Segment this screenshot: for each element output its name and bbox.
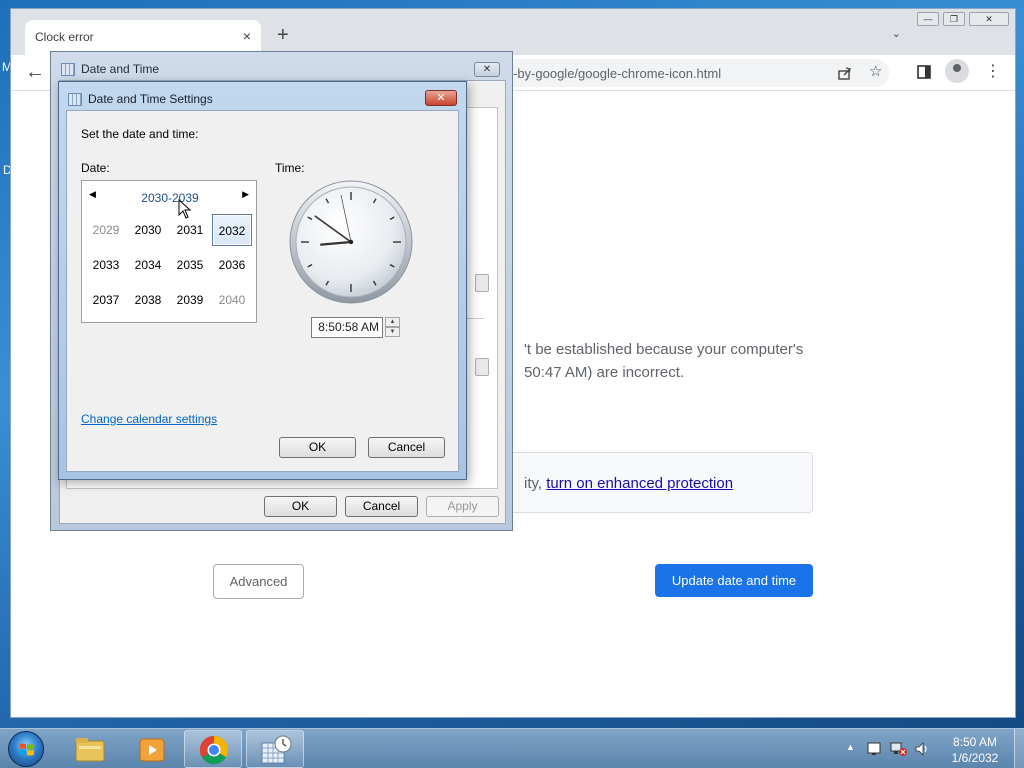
change-time-zone-button-edge[interactable] <box>475 358 489 376</box>
dialog-title: Date and Time Settings <box>88 92 213 106</box>
date-label: Date: <box>81 161 110 175</box>
tab-clock-error[interactable]: Clock error × <box>25 20 261 55</box>
date-and-time-settings-dialog: Date and Time Settings ✕ Set the date an… <box>58 81 467 480</box>
analog-clock <box>289 180 413 304</box>
restore-button[interactable]: ❐ <box>943 12 965 26</box>
calendar-clock-icon <box>68 93 82 106</box>
calendar-year-cell[interactable]: 2038 <box>128 284 168 316</box>
calendar-year-cell[interactable]: 2036 <box>212 249 252 281</box>
menu-kebab-icon[interactable]: ⋮ <box>985 61 1001 81</box>
taskbar-media-player[interactable] <box>122 730 180 768</box>
enhanced-protection-box: ity, turn on enhanced protection <box>501 452 813 513</box>
media-player-icon <box>139 738 165 762</box>
spin-up-icon[interactable]: ▲ <box>385 317 400 327</box>
show-desktop-button[interactable] <box>1014 729 1024 768</box>
dialog-title: Date and Time <box>81 62 160 76</box>
ok-button[interactable]: OK <box>264 496 337 517</box>
apply-button[interactable]: Apply <box>426 496 499 517</box>
calendar-year-cell[interactable]: 2039 <box>170 284 210 316</box>
protection-text: ity, turn on enhanced protection <box>524 475 733 492</box>
mouse-cursor-icon <box>178 199 192 219</box>
taskbar-clock-time[interactable]: 8:50 AM <box>940 735 1010 749</box>
calendar-next-icon[interactable]: ▶ <box>242 189 249 200</box>
calendar-decade-view: ◀ 2030-2039 ▶ 2029 2030 2031 2032 2033 2034 20… <box>81 180 257 323</box>
tab-title: Clock error <box>35 30 94 44</box>
spin-down-icon[interactable]: ▼ <box>385 327 400 337</box>
taskbar-explorer[interactable] <box>60 730 118 768</box>
calendar-year-cell[interactable]: 2033 <box>86 249 126 281</box>
taskbar-clock-date[interactable]: 1/6/2032 <box>940 751 1010 765</box>
error-text-line-2: 50:47 AM) are incorrect. <box>524 364 685 381</box>
time-input[interactable]: 8:50:58 AM <box>311 317 383 338</box>
enhanced-protection-link[interactable]: turn on enhanced protection <box>546 475 733 492</box>
cancel-button[interactable]: Cancel <box>368 437 445 458</box>
calendar-header[interactable]: 2030-2039 <box>112 191 228 205</box>
start-button[interactable] <box>8 731 44 767</box>
time-label: Time: <box>275 161 305 175</box>
ok-button[interactable]: OK <box>279 437 356 458</box>
calendar-clock-icon <box>261 735 292 764</box>
profile-avatar[interactable] <box>945 59 969 83</box>
tab-close-icon[interactable]: × <box>243 28 251 44</box>
calendar-year-cell[interactable]: 2037 <box>86 284 126 316</box>
taskbar-chrome[interactable] <box>184 730 242 768</box>
calendar-year-cell[interactable]: 2035 <box>170 249 210 281</box>
calendar-year-cell[interactable]: 2034 <box>128 249 168 281</box>
taskbar-date-time[interactable] <box>246 730 304 768</box>
advanced-button[interactable]: Advanced <box>213 564 304 599</box>
dialog-body: Set the date and time: Date: Time: ◀ 203… <box>66 110 459 472</box>
side-panel-icon[interactable] <box>917 65 931 79</box>
close-icon[interactable]: ✕ <box>474 62 500 77</box>
update-date-time-button[interactable]: Update date and time <box>655 564 813 597</box>
calendar-year-cell[interactable]: 2032 <box>212 214 252 246</box>
windows-logo-icon <box>20 743 34 756</box>
action-center-icon[interactable] <box>866 741 882 757</box>
chrome-icon <box>199 735 228 765</box>
share-icon[interactable] <box>837 65 853 81</box>
change-calendar-settings-link[interactable]: Change calendar settings <box>81 412 217 426</box>
calendar-clock-icon <box>61 63 75 76</box>
back-icon[interactable]: ← <box>25 61 45 84</box>
cancel-button[interactable]: Cancel <box>345 496 418 517</box>
calendar-prev-icon[interactable]: ◀ <box>89 189 96 200</box>
url-text: -by-google/google-chrome-icon.html <box>513 66 722 81</box>
protection-prefix: ity, <box>524 475 547 492</box>
change-date-button-edge[interactable] <box>475 274 489 292</box>
error-text-line-1: 't be established because your computer'… <box>524 341 804 358</box>
minimize-button[interactable]: — <box>917 12 939 26</box>
instruction-label: Set the date and time: <box>81 127 199 141</box>
calendar-year-cell[interactable]: 2030 <box>128 214 168 246</box>
dialog-title-bar: Date and Time ✕ <box>51 52 512 80</box>
folder-icon <box>75 738 105 762</box>
tab-strip: Clock error × + ⌄ — ❐ ✕ <box>11 9 1015 55</box>
time-spinner: ▲ ▼ <box>385 317 400 338</box>
calendar-year-cell[interactable]: 2029 <box>86 214 126 246</box>
close-window-button[interactable]: ✕ <box>969 12 1009 26</box>
bookmark-star-icon[interactable]: ☆ <box>869 62 882 80</box>
calendar-year-cell[interactable]: 2040 <box>212 284 252 316</box>
taskbar: ▲ 8:50 AM 1/6/2032 <box>0 728 1024 768</box>
close-icon[interactable]: ✕ <box>425 90 457 106</box>
volume-icon[interactable] <box>914 741 930 757</box>
network-error-icon[interactable] <box>890 741 908 757</box>
new-tab-button[interactable]: + <box>277 25 289 45</box>
tab-search-icon[interactable]: ⌄ <box>892 27 901 40</box>
tray-overflow-icon[interactable]: ▲ <box>846 742 855 752</box>
